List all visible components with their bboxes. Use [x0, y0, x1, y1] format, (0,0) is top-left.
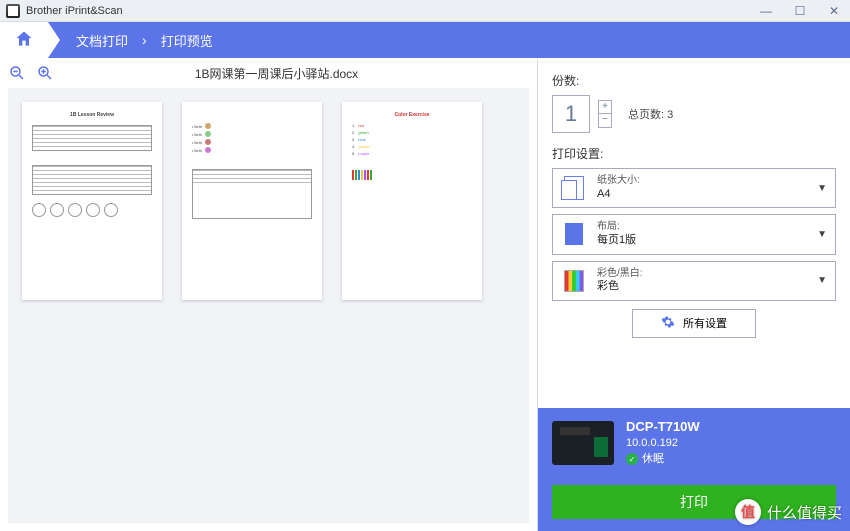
- layout-icon: [565, 223, 583, 245]
- page-thumbnail[interactable]: 1B Lesson Review: [22, 102, 162, 300]
- copies-label: 份数:: [552, 72, 836, 89]
- printer-panel[interactable]: DCP-T710W 10.0.0.192 ✓ 休眠: [538, 408, 850, 477]
- chevron-down-icon: ▼: [817, 183, 827, 194]
- zoom-out-icon[interactable]: [8, 64, 26, 82]
- page-thumbnail[interactable]: Color Exercise 1.red 2.green 3.blue 4.ye…: [342, 102, 482, 300]
- printer-model: DCP-T710W: [626, 418, 700, 436]
- paper-size-setting[interactable]: 纸张大小: A4 ▼: [552, 168, 836, 208]
- layout-label: 布局:: [597, 221, 636, 234]
- app-icon: [6, 4, 20, 18]
- all-settings-label: 所有设置: [683, 315, 727, 331]
- status-ok-icon: ✓: [626, 453, 638, 465]
- color-value: 彩色: [597, 280, 643, 294]
- printer-status: 休眠: [642, 452, 664, 467]
- window-title: Brother iPrint&Scan: [26, 5, 123, 17]
- copies-decrement-button[interactable]: −: [598, 114, 612, 128]
- color-setting[interactable]: 彩色/黑白: 彩色 ▼: [552, 261, 836, 301]
- window-maximize-button[interactable]: ☐: [790, 4, 810, 18]
- gear-icon: [661, 315, 675, 332]
- breadcrumb-bar: 文档打印 › 打印预览: [0, 22, 850, 58]
- total-pages-label: 总页数: 3: [628, 106, 673, 122]
- printer-ip: 10.0.0.192: [626, 436, 700, 451]
- window-close-button[interactable]: ✕: [824, 4, 844, 18]
- paper-size-value: A4: [597, 188, 640, 202]
- layout-setting[interactable]: 布局: 每页1版 ▼: [552, 214, 836, 254]
- layout-value: 每页1版: [597, 234, 636, 248]
- breadcrumb-item-2: 打印预览: [161, 31, 213, 50]
- window-minimize-button[interactable]: —: [756, 4, 776, 18]
- print-button[interactable]: 打印: [552, 485, 836, 519]
- paper-size-label: 纸张大小:: [597, 175, 640, 188]
- chevron-down-icon: ▼: [817, 229, 827, 240]
- chevron-right-icon: ›: [142, 32, 147, 48]
- preview-pane: 1B网课第一周课后小驿站.docx 1B Lesson Review • ite…: [0, 58, 538, 531]
- document-filename: 1B网课第一周课后小驿站.docx: [64, 65, 529, 82]
- home-button[interactable]: [0, 22, 48, 58]
- page-thumbnails[interactable]: 1B Lesson Review • item • item • item • …: [8, 88, 529, 523]
- all-settings-button[interactable]: 所有设置: [632, 309, 756, 338]
- printer-icon: [552, 421, 614, 465]
- breadcrumb-item-1[interactable]: 文档打印: [76, 31, 128, 50]
- page-thumbnail[interactable]: • item • item • item • item: [182, 102, 322, 300]
- settings-pane: 份数: 1 + − 总页数: 3 打印设置: 纸张大小: A4 ▼: [538, 58, 850, 531]
- color-icon: [564, 270, 584, 292]
- print-settings-label: 打印设置:: [552, 145, 836, 162]
- copies-input[interactable]: 1: [552, 95, 590, 133]
- color-label: 彩色/黑白:: [597, 268, 643, 281]
- home-icon: [14, 29, 34, 52]
- window-titlebar: Brother iPrint&Scan — ☐ ✕: [0, 0, 850, 22]
- paper-icon: [564, 176, 584, 200]
- zoom-in-icon[interactable]: [36, 64, 54, 82]
- copies-increment-button[interactable]: +: [598, 100, 612, 114]
- chevron-down-icon: ▼: [817, 275, 827, 286]
